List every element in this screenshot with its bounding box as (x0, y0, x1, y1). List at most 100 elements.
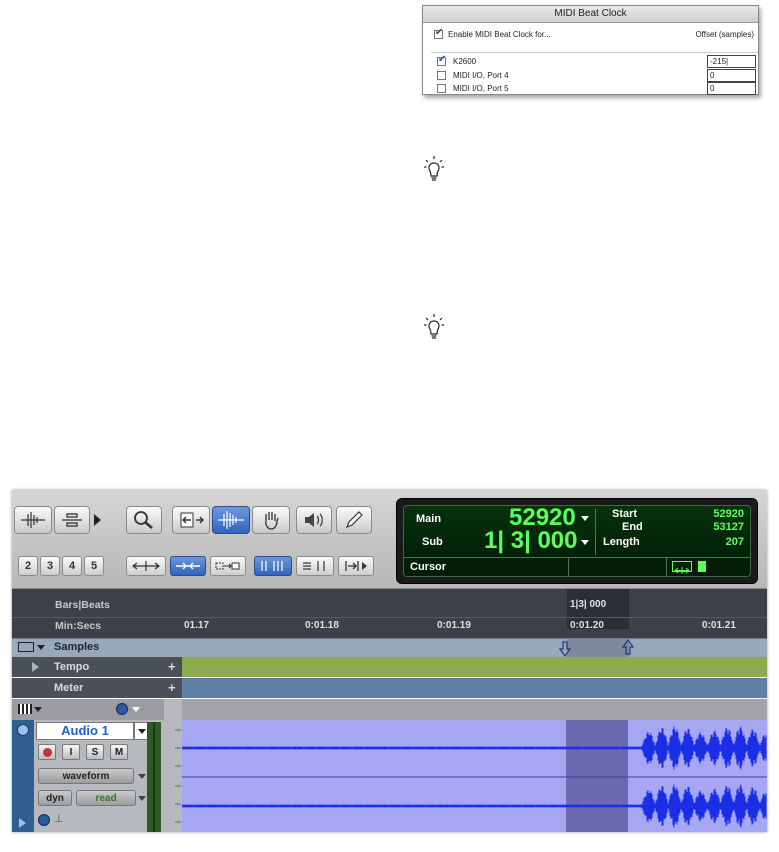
zoom-preset-2[interactable]: 2 (18, 556, 38, 576)
audio-region[interactable] (181, 720, 767, 832)
port-name: K2600 (453, 57, 477, 66)
zoom-expand-arrow-icon[interactable] (94, 514, 101, 526)
zoom-preset-5[interactable]: 5 (84, 556, 104, 576)
add-meter-icon[interactable]: + (168, 680, 176, 695)
edit-window: 2 3 4 5 Main 52920 Sub 1| 3| 000 Start E… (12, 490, 767, 832)
slip-button[interactable] (170, 556, 206, 576)
waveform-right-channel (181, 784, 767, 828)
bars-beats-ruler-label: Bars|Beats (55, 599, 110, 611)
zoom-preset-4[interactable]: 4 (62, 556, 82, 576)
timebase-arrow-icon[interactable] (132, 707, 140, 712)
voice-icon[interactable]: ⊥ (54, 812, 64, 825)
grabber-icon (265, 512, 279, 530)
track-spacer (161, 720, 182, 832)
link-selection-icon[interactable] (672, 561, 692, 574)
add-tempo-icon[interactable]: + (168, 659, 176, 674)
spot-button[interactable] (210, 556, 246, 576)
tracks-header-bar (12, 699, 767, 721)
start-value[interactable]: 52920 (684, 508, 744, 520)
pencil-tool-button[interactable] (336, 506, 372, 534)
waveform-path (181, 726, 767, 770)
trim-tool-button[interactable] (172, 506, 210, 534)
waveform-display (181, 720, 767, 832)
track-expand-icon[interactable] (19, 818, 26, 828)
view-arrow-icon[interactable] (138, 774, 146, 779)
midi-beat-clock-dialog: MIDI Beat Clock Enable MIDI Beat Clock f… (422, 5, 759, 95)
dyn-button[interactable]: dyn (38, 790, 72, 806)
ruler-view-icon[interactable] (18, 642, 34, 652)
timebase-clock-icon[interactable] (116, 703, 128, 715)
slip-icon (176, 562, 200, 570)
grid-button[interactable] (254, 556, 292, 576)
track-menu-arrow-icon (138, 729, 146, 734)
offset-field[interactable]: 0 (707, 82, 756, 95)
automation-arrow-icon[interactable] (138, 796, 146, 801)
enable-checkbox[interactable] (434, 27, 443, 39)
selector-icon (218, 511, 244, 529)
port-row: MIDI I/O, Port 4 0 (431, 69, 758, 82)
length-value[interactable]: 207 (684, 536, 744, 548)
pre-post-roll-icon[interactable] (698, 561, 706, 572)
scrubber-icon (305, 513, 323, 527)
dyn-label: dyn (46, 792, 64, 804)
port-checkbox[interactable] (437, 54, 446, 66)
offset-header: Offset (samples) (695, 30, 754, 39)
shuffle-icon (132, 561, 160, 571)
mute-button[interactable]: M (110, 744, 128, 760)
record-enable-button[interactable] (38, 744, 56, 760)
tab-transient-icon (303, 561, 325, 571)
track-view-selector[interactable]: waveform (38, 768, 134, 784)
end-label: End (622, 521, 643, 533)
shuffle-button[interactable] (126, 556, 166, 576)
meter-ruler-label: Meter (54, 682, 84, 694)
midi-zoom-button[interactable] (54, 506, 90, 534)
offset-field[interactable]: -215| (707, 55, 756, 68)
main-format-arrow-icon[interactable] (581, 516, 589, 521)
main-label: Main (416, 513, 442, 525)
selection-end-marker-icon[interactable] (622, 639, 634, 655)
zoom-preset-3[interactable]: 3 (40, 556, 60, 576)
track-view-icon[interactable] (18, 704, 32, 714)
cursor-row: Cursor (404, 557, 750, 576)
link-timeline-button[interactable] (338, 556, 374, 576)
sub-format-arrow-icon[interactable] (581, 540, 589, 545)
selector-tool-button[interactable] (212, 506, 250, 534)
min-secs-ruler-label: Min:Secs (55, 620, 102, 632)
track-view-value: waveform (62, 770, 110, 782)
solo-button[interactable]: S (86, 744, 104, 760)
tempo-expand-icon[interactable] (32, 662, 39, 672)
ruler-tick: 01.17 (184, 620, 210, 631)
waveform-path (181, 784, 767, 828)
start-label: Start (612, 508, 638, 520)
ruler-tick: 0:01.21 (702, 620, 736, 631)
offset-field[interactable]: 0 (707, 69, 756, 82)
tab-to-transient-button[interactable] (296, 556, 334, 576)
timebase-icon[interactable] (38, 814, 50, 826)
sub-counter-value[interactable]: 1| 3| 000 (484, 527, 578, 555)
port-checkbox[interactable] (437, 84, 446, 93)
link-timeline-icon (345, 561, 367, 571)
samples-selection-highlight (567, 639, 629, 657)
ruler-tick: 0:01.18 (305, 620, 339, 631)
amplitude-scale-icon (175, 729, 181, 823)
scrubber-tool-button[interactable] (296, 506, 332, 534)
automation-mode-selector[interactable]: read (76, 790, 136, 806)
ruler-divider (12, 617, 767, 618)
grabber-tool-button[interactable] (252, 506, 290, 534)
end-value[interactable]: 53127 (684, 521, 744, 533)
ruler-tick: 0:01.19 (437, 620, 471, 631)
track-view-arrow-icon[interactable] (34, 707, 42, 712)
zoomer-tool-button[interactable] (126, 506, 162, 534)
meter-lane[interactable] (182, 678, 767, 698)
tempo-lane[interactable] (182, 657, 767, 677)
track-name[interactable]: Audio 1 (36, 722, 134, 740)
port-checkbox[interactable] (437, 71, 446, 80)
track-select-icon[interactable] (17, 724, 29, 736)
input-monitor-button[interactable]: I (62, 744, 80, 760)
port-name: MIDI I/O, Port 5 (453, 84, 509, 93)
cursor-divider (568, 558, 569, 576)
waveform-zoom-button[interactable] (14, 506, 52, 534)
selection-start-marker-icon[interactable] (559, 641, 571, 657)
expand-arrow-icon[interactable] (37, 645, 45, 650)
enable-option: Enable MIDI Beat Clock for... Offset (sa… (432, 27, 754, 40)
